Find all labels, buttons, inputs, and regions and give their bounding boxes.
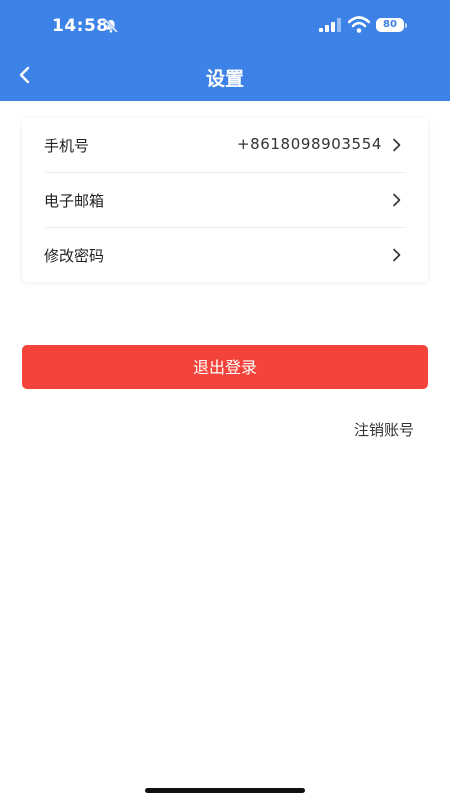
app-header: 14:58 80 设置 bbox=[0, 0, 450, 101]
bell-slash-icon bbox=[104, 19, 118, 33]
battery-icon: 80 bbox=[376, 18, 404, 32]
battery-tip bbox=[405, 23, 407, 28]
chevron-right-icon bbox=[393, 138, 401, 152]
password-label: 修改密码 bbox=[44, 247, 105, 265]
phone-label: 手机号 bbox=[44, 137, 90, 155]
email-row[interactable]: 电子邮箱 bbox=[22, 173, 428, 227]
signal-icon bbox=[319, 18, 341, 32]
cancel-account-link[interactable]: 注销账号 bbox=[354, 419, 414, 440]
change-password-row[interactable]: 修改密码 bbox=[22, 228, 428, 282]
phone-row[interactable]: 手机号 +8618098903554 bbox=[22, 118, 428, 172]
chevron-right-icon bbox=[393, 193, 401, 207]
status-time: 14:58 bbox=[52, 16, 109, 36]
battery-level: 80 bbox=[383, 19, 397, 30]
settings-card: 手机号 +8618098903554 电子邮箱 修改密码 bbox=[22, 118, 428, 282]
wifi-icon bbox=[348, 16, 370, 33]
phone-value: +8618098903554 bbox=[236, 135, 382, 153]
page-title: 设置 bbox=[205, 68, 244, 90]
email-label: 电子邮箱 bbox=[44, 192, 105, 210]
chevron-right-icon bbox=[393, 248, 401, 262]
logout-button[interactable]: 退出登录 bbox=[22, 345, 428, 389]
home-indicator bbox=[145, 788, 305, 793]
